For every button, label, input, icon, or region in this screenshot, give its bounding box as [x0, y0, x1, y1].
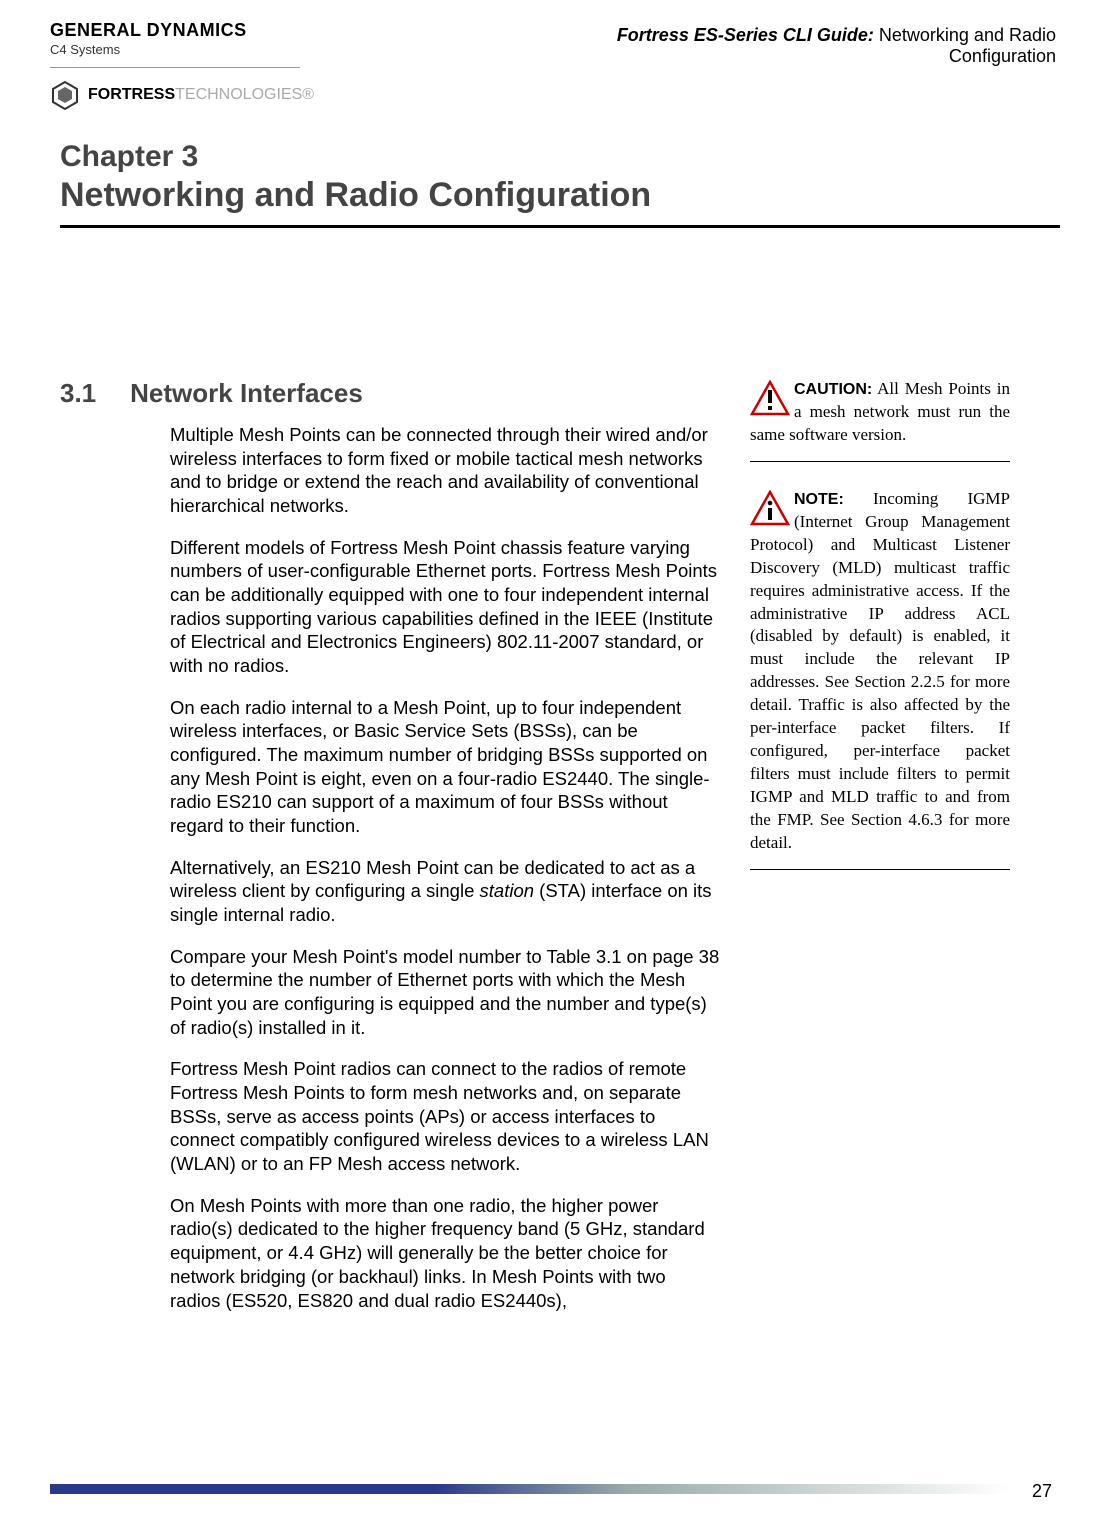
- body-paragraph: Alternatively, an ES210 Mesh Point can b…: [170, 856, 720, 927]
- note-text: Incoming IGMP (Internet Group Management…: [750, 489, 1010, 852]
- fortress-logo-row: FORTRESSTECHNOLOGIES®: [50, 80, 314, 110]
- fortress-icon: [50, 80, 80, 110]
- body-paragraph: On each radio internal to a Mesh Point, …: [170, 696, 720, 838]
- note-callout: NOTE: Incoming IGMP (Internet Group Mana…: [750, 488, 1010, 870]
- chapter-heading-block: Chapter 3 Networking and Radio Configura…: [0, 110, 1096, 228]
- caution-icon: [750, 380, 790, 416]
- gd-logo-main: GENERAL DYNAMICS: [50, 20, 247, 40]
- fortress-bold: FORTRESS: [88, 86, 175, 103]
- fortress-logo-text: FORTRESSTECHNOLOGIES®: [88, 86, 314, 104]
- logo-block: GENERAL DYNAMICS C4 Systems FORTRESSTECH…: [50, 20, 314, 110]
- body-paragraph: Different models of Fortress Mesh Point …: [170, 536, 720, 678]
- gd-logo-sub: C4 Systems: [50, 42, 120, 57]
- section-number: 3.1: [60, 378, 96, 408]
- fortress-light: TECHNOLOGIES: [175, 86, 302, 103]
- caution-label: CAUTION:: [794, 381, 872, 398]
- callout-rule: [750, 461, 1010, 462]
- main-column: 3.1 Network Interfaces Multiple Mesh Poin…: [60, 378, 720, 1330]
- page-header: GENERAL DYNAMICS C4 Systems FORTRESSTECH…: [0, 0, 1096, 110]
- chapter-label: Chapter 3: [60, 140, 1056, 174]
- p4-b: station: [480, 880, 535, 901]
- guide-rest: Networking and Radio Configuration: [874, 25, 1056, 66]
- body-paragraph: Multiple Mesh Points can be connected th…: [170, 423, 720, 518]
- section-heading: 3.1 Network Interfaces: [60, 378, 720, 409]
- fortress-reg: ®: [302, 86, 314, 103]
- header-guide-title: Fortress ES-Series CLI Guide: Networking…: [506, 20, 1056, 67]
- caution-callout: CAUTION: All Mesh Points in a mesh netwo…: [750, 378, 1010, 462]
- chapter-title: Networking and Radio Configuration: [60, 176, 1056, 215]
- note-icon: [750, 490, 790, 526]
- guide-bold: Fortress ES-Series CLI Guide:: [617, 25, 874, 45]
- footer-bar: [50, 1484, 1010, 1494]
- body-paragraph: On Mesh Points with more than one radio,…: [170, 1194, 720, 1312]
- gd-logo: GENERAL DYNAMICS C4 Systems: [50, 20, 314, 59]
- note-label: NOTE:: [794, 491, 844, 508]
- body-paragraph: Fortress Mesh Point radios can connect t…: [170, 1057, 720, 1175]
- logo-divider: [50, 67, 300, 68]
- content-area: 3.1 Network Interfaces Multiple Mesh Poin…: [0, 228, 1096, 1330]
- callout-rule: [750, 869, 1010, 870]
- side-column: CAUTION: All Mesh Points in a mesh netwo…: [750, 378, 1010, 1330]
- section-title: Network Interfaces: [130, 378, 363, 408]
- body-paragraph: Compare your Mesh Point's model number t…: [170, 945, 720, 1040]
- page-number: 27: [1032, 1481, 1052, 1502]
